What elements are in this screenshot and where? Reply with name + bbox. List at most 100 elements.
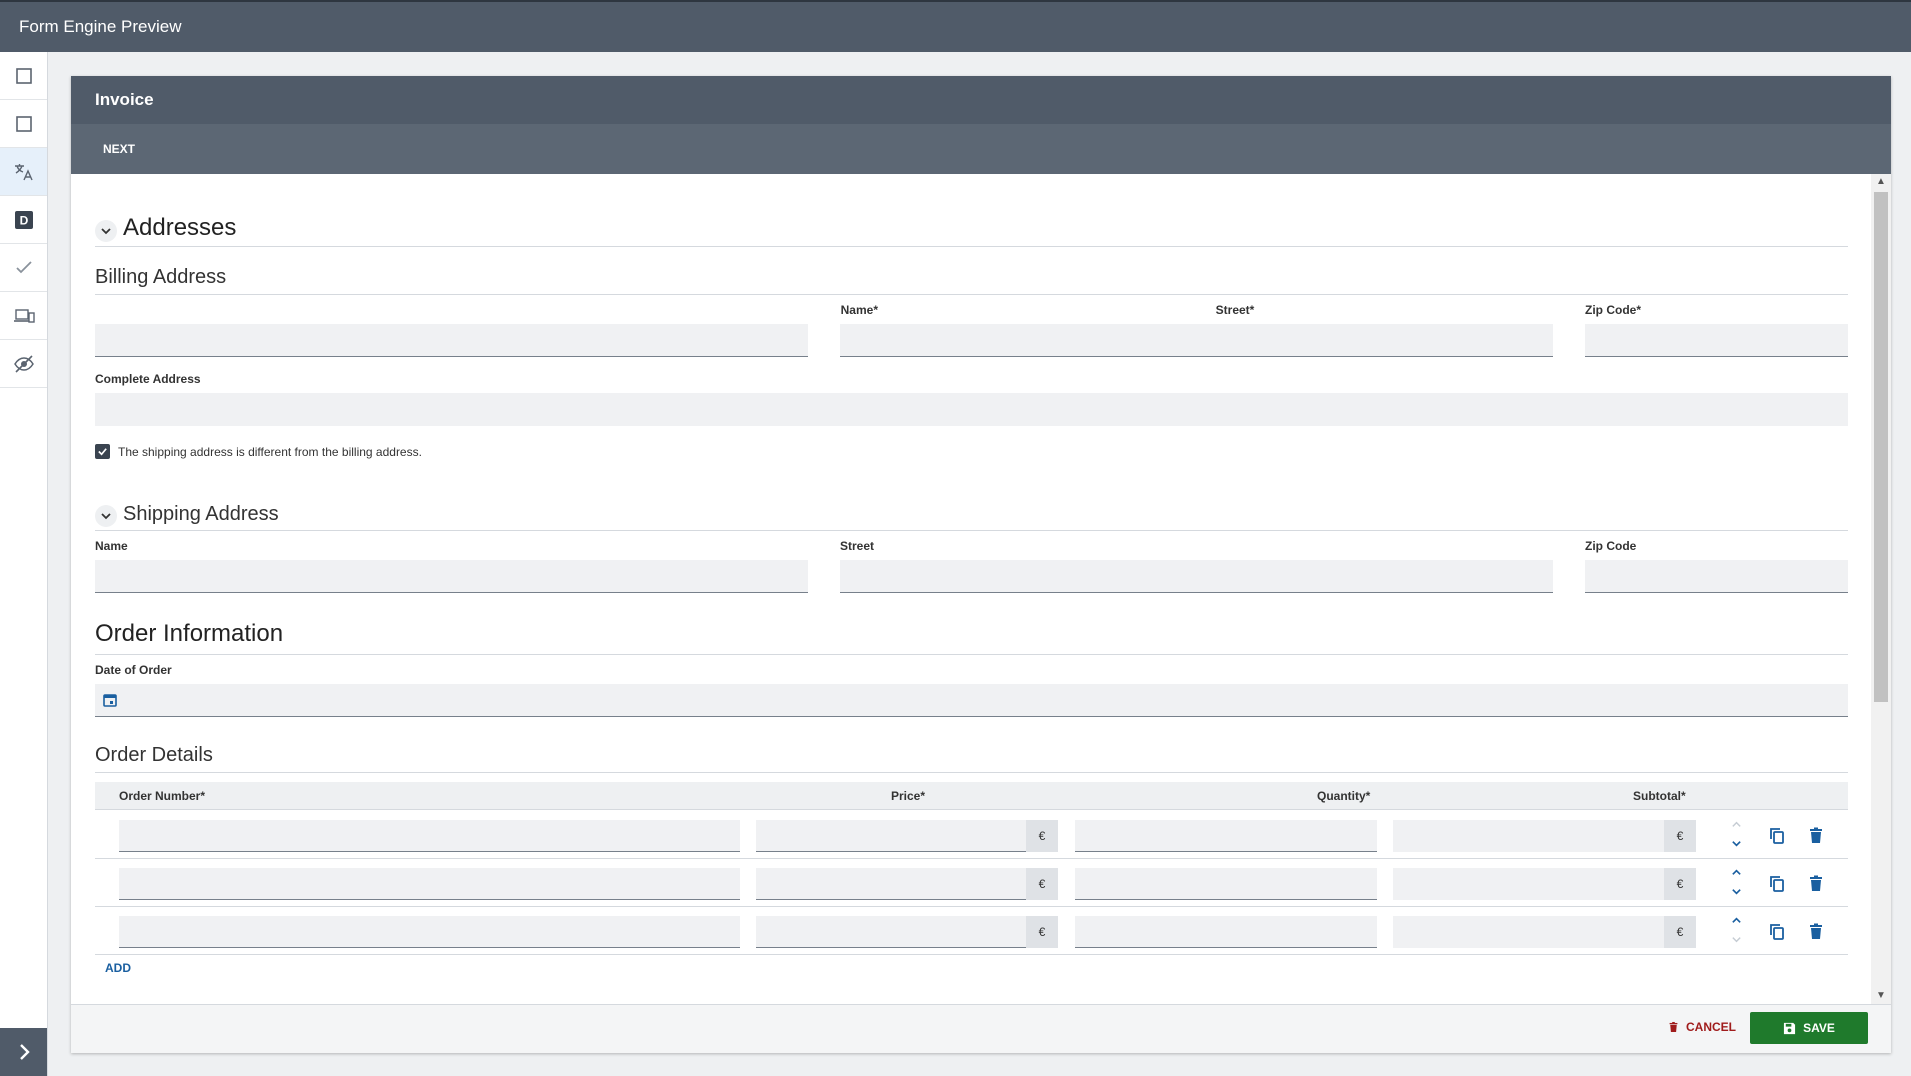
save-label: SAVE bbox=[1803, 1021, 1835, 1035]
collapse-toggle[interactable] bbox=[95, 219, 117, 242]
billing-name-input[interactable] bbox=[95, 324, 808, 357]
billing-zip-input[interactable] bbox=[1585, 324, 1848, 357]
page-nav: NEXT bbox=[71, 124, 1891, 174]
order-number-input[interactable] bbox=[119, 916, 740, 948]
chevron-right-icon bbox=[19, 1044, 30, 1060]
checkbox-label: The shipping address is different from t… bbox=[118, 444, 422, 459]
currency-addon: € bbox=[1026, 916, 1058, 948]
devices-icon bbox=[13, 308, 35, 323]
billing-title: Billing Address bbox=[95, 266, 227, 288]
data-mode-button[interactable]: D bbox=[0, 196, 47, 244]
shipping-zip-input[interactable] bbox=[1585, 560, 1848, 593]
letter-d-icon: D bbox=[14, 210, 33, 229]
billing-zip-label: Zip Code* bbox=[1585, 303, 1641, 317]
app-header: Form Engine Preview bbox=[0, 0, 1911, 52]
save-button[interactable]: SAVE bbox=[1750, 1012, 1868, 1044]
complete-address-field bbox=[95, 393, 1848, 426]
scroll-up-icon[interactable]: ▲ bbox=[1871, 174, 1891, 190]
copy-icon[interactable] bbox=[1767, 922, 1787, 942]
billing-name-label: Name* bbox=[840, 303, 878, 317]
translate-icon bbox=[14, 163, 33, 180]
hide-button[interactable] bbox=[0, 340, 47, 388]
order-table-header: Order Number* Price* Quantity* Subtotal* bbox=[95, 782, 1848, 810]
divider bbox=[95, 530, 1848, 531]
date-of-order-input[interactable] bbox=[95, 684, 1848, 717]
price-input[interactable] bbox=[756, 868, 1026, 900]
chevron-down-icon bbox=[101, 228, 111, 235]
devices-button[interactable] bbox=[0, 292, 47, 340]
subtotal-field bbox=[1393, 820, 1664, 852]
square-outline-icon bbox=[15, 115, 32, 132]
move-up-icon[interactable] bbox=[1728, 865, 1744, 884]
left-toolbar: D bbox=[0, 52, 48, 1076]
move-controls bbox=[1728, 913, 1744, 951]
trash-icon bbox=[1669, 1021, 1678, 1032]
divider bbox=[95, 294, 1848, 295]
form-content: Addresses Billing Address Name* Street* … bbox=[71, 174, 1871, 1004]
subtotal-field bbox=[1393, 916, 1664, 948]
validate-button[interactable] bbox=[0, 244, 47, 292]
move-up-icon[interactable] bbox=[1728, 913, 1744, 932]
checkmark-icon bbox=[15, 260, 32, 273]
copy-icon[interactable] bbox=[1767, 874, 1787, 894]
col-subtotal: Subtotal* bbox=[1633, 789, 1686, 803]
addresses-title: Addresses bbox=[123, 214, 237, 241]
eye-off-icon bbox=[13, 354, 34, 373]
order-info-title: Order Information bbox=[95, 620, 284, 647]
currency-addon: € bbox=[1664, 820, 1696, 852]
checkbox-toggle-button[interactable] bbox=[0, 52, 47, 100]
quantity-input[interactable] bbox=[1075, 868, 1377, 900]
form-title: Invoice bbox=[71, 76, 1891, 124]
currency-addon: € bbox=[1664, 868, 1696, 900]
divider bbox=[95, 654, 1848, 655]
billing-street-input[interactable] bbox=[840, 324, 1553, 357]
col-price: Price* bbox=[891, 789, 926, 803]
complete-address-label: Complete Address bbox=[95, 372, 201, 386]
order-details-title: Order Details bbox=[95, 744, 213, 766]
cancel-button[interactable]: CANCEL bbox=[1667, 1020, 1736, 1034]
table-row: € € bbox=[95, 907, 1848, 955]
expand-panel-button[interactable] bbox=[0, 1028, 47, 1076]
billing-street-label: Street* bbox=[1215, 303, 1255, 317]
copy-icon[interactable] bbox=[1767, 826, 1787, 846]
trash-icon[interactable] bbox=[1806, 826, 1826, 846]
calendar-icon[interactable] bbox=[103, 693, 117, 707]
shipping-different-checkbox[interactable]: The shipping address is different from t… bbox=[95, 444, 422, 459]
scroll-down-icon[interactable]: ▼ bbox=[1871, 988, 1891, 1004]
shipping-name-label: Name bbox=[95, 539, 128, 553]
checkbox-checked-icon[interactable] bbox=[95, 444, 110, 459]
shipping-zip-label: Zip Code bbox=[1585, 539, 1637, 553]
shipping-name-input[interactable] bbox=[95, 560, 808, 593]
translate-button[interactable] bbox=[0, 148, 47, 196]
col-order-number: Order Number* bbox=[119, 789, 206, 803]
date-of-order-label: Date of Order bbox=[95, 663, 172, 677]
collapse-toggle[interactable] bbox=[95, 504, 117, 527]
add-row-button[interactable]: ADD bbox=[105, 961, 131, 975]
next-button[interactable]: NEXT bbox=[103, 142, 135, 156]
table-row: € € bbox=[95, 859, 1848, 907]
scrollbar-thumb[interactable] bbox=[1874, 192, 1888, 702]
col-quantity: Quantity* bbox=[1317, 789, 1371, 803]
divider bbox=[95, 772, 1848, 773]
move-down-icon[interactable] bbox=[1728, 884, 1744, 903]
trash-icon[interactable] bbox=[1806, 922, 1826, 942]
addresses-header[interactable]: Addresses bbox=[95, 214, 1848, 242]
price-input[interactable] bbox=[756, 916, 1026, 948]
divider bbox=[95, 246, 1848, 247]
quantity-input[interactable] bbox=[1075, 916, 1377, 948]
price-input[interactable] bbox=[756, 820, 1026, 852]
move-down-icon[interactable] bbox=[1728, 836, 1744, 855]
quantity-input[interactable] bbox=[1075, 820, 1377, 852]
currency-addon: € bbox=[1026, 820, 1058, 852]
form-card: Invoice NEXT Addresses Billing Address N… bbox=[71, 76, 1891, 1053]
app-title: Form Engine Preview bbox=[19, 17, 182, 36]
shipping-header[interactable]: Shipping Address bbox=[95, 503, 1848, 527]
form-footer: CANCEL SAVE bbox=[71, 1004, 1891, 1053]
order-number-input[interactable] bbox=[119, 820, 740, 852]
order-number-input[interactable] bbox=[119, 868, 740, 900]
square-outline-icon bbox=[15, 67, 32, 84]
checkbox-toggle-button-2[interactable] bbox=[0, 100, 47, 148]
shipping-street-input[interactable] bbox=[840, 560, 1553, 593]
vertical-scrollbar[interactable]: ▲ ▼ bbox=[1871, 174, 1891, 1004]
trash-icon[interactable] bbox=[1806, 874, 1826, 894]
